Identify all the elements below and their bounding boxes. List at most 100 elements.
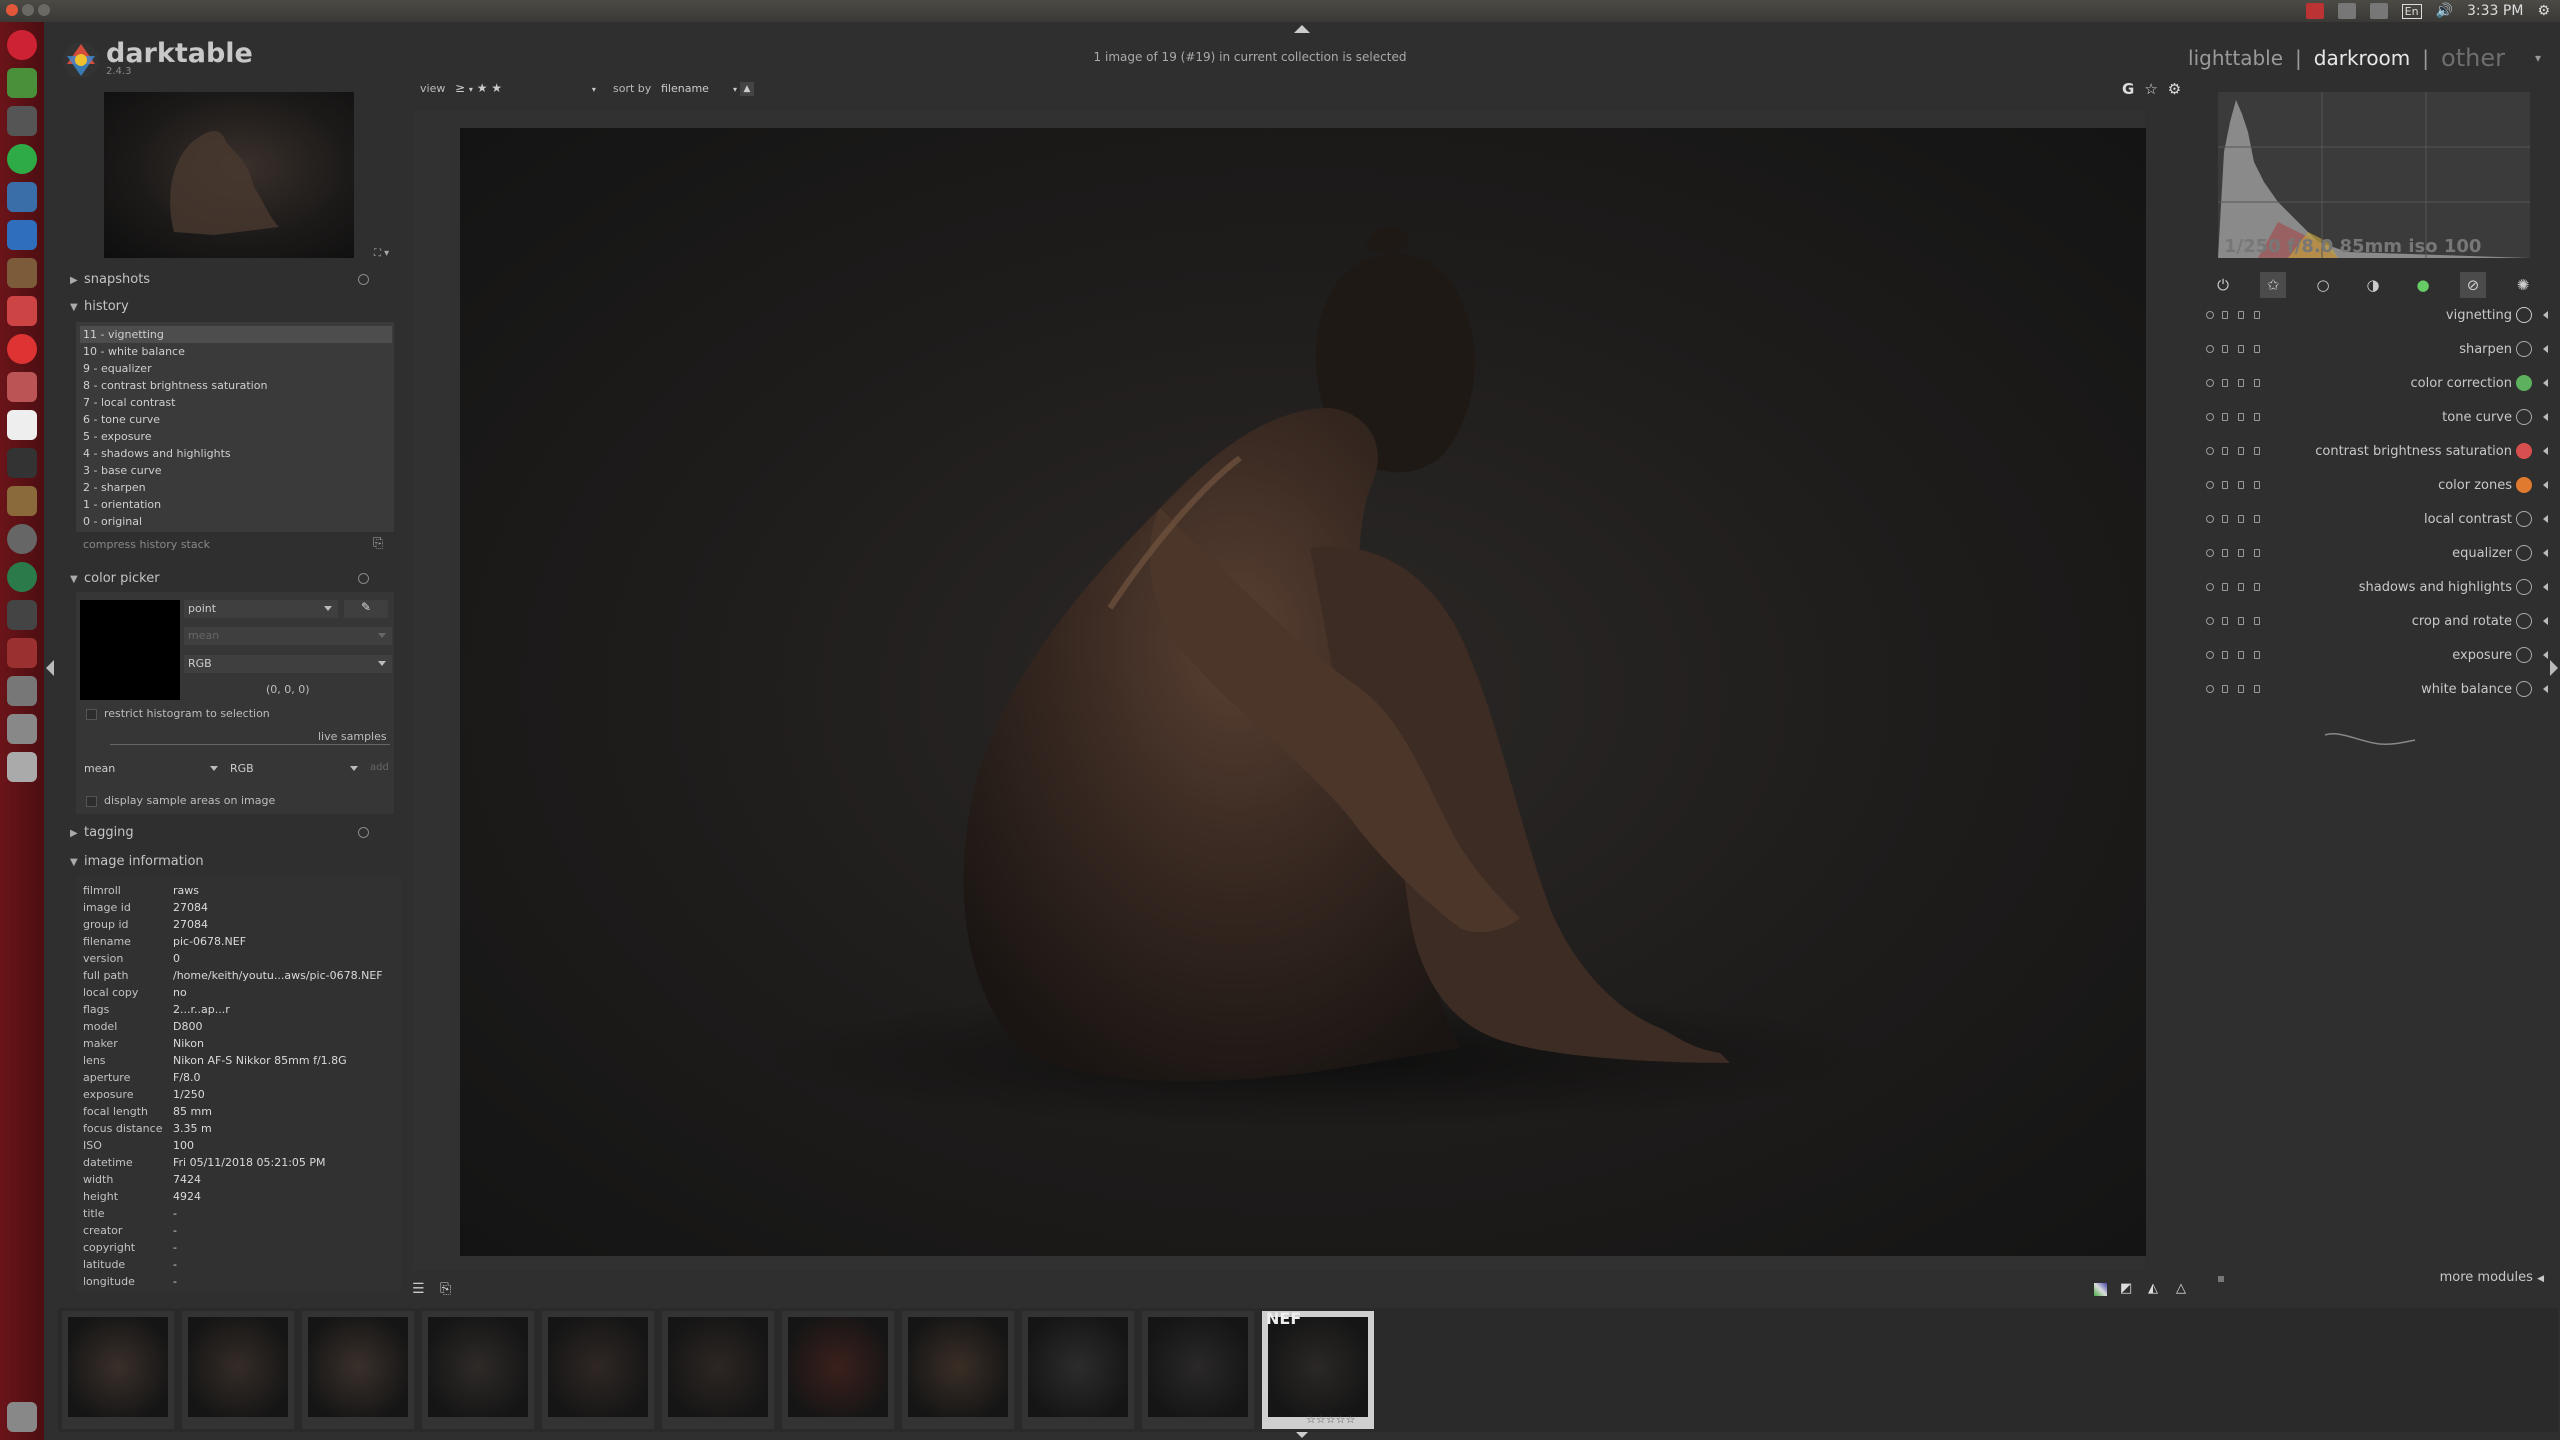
dash-icon[interactable]	[7, 30, 37, 60]
module-multi-instance-icon[interactable]	[2254, 379, 2260, 387]
filmstrip-thumbnail[interactable]	[782, 1311, 894, 1429]
module-white-balance[interactable]: white balance	[2200, 676, 2548, 706]
snapshots-presets-icon[interactable]	[358, 274, 369, 285]
create-style-icon[interactable]: ⎘	[373, 536, 383, 551]
history-item[interactable]: 6 - tone curve	[83, 413, 160, 426]
module-expand-icon[interactable]	[2543, 549, 2548, 557]
sort-direction-button[interactable]: ▲	[740, 82, 754, 96]
terminal-icon[interactable]	[7, 448, 37, 478]
main-image[interactable]	[460, 128, 2146, 1256]
sample-space-select[interactable]: RGB	[226, 760, 364, 778]
display-sample-areas-checkbox[interactable]	[86, 796, 97, 807]
add-sample-button[interactable]: add	[370, 762, 389, 773]
drive2-icon[interactable]	[7, 714, 37, 744]
restrict-histogram-checkbox[interactable]	[86, 709, 97, 720]
trash-icon[interactable]	[7, 1402, 37, 1432]
darktable-launcher-icon[interactable]	[7, 258, 37, 288]
module-enable-icon[interactable]	[2206, 481, 2214, 489]
effect-group-icon[interactable]: ✺	[2510, 272, 2536, 298]
history-item[interactable]: 5 - exposure	[83, 430, 152, 443]
module-multi-instance-icon[interactable]	[2254, 481, 2260, 489]
filmstrip-thumbnail[interactable]	[542, 1311, 654, 1429]
keyboard-layout[interactable]: En	[2401, 3, 2422, 19]
module-reset-icon[interactable]	[2238, 447, 2244, 455]
module-exposure[interactable]: exposure	[2200, 642, 2548, 672]
module-crop-and-rotate[interactable]: crop and rotate	[2200, 608, 2548, 638]
tagging-presets-icon[interactable]	[358, 827, 369, 838]
module-enable-icon[interactable]	[2206, 345, 2214, 353]
module-reset-icon[interactable]	[2238, 583, 2244, 591]
module-expand-icon[interactable]	[2543, 685, 2548, 693]
collapse-left-panel-icon[interactable]	[46, 660, 54, 676]
history-item[interactable]: 4 - shadows and highlights	[83, 447, 231, 460]
collapse-top-panel-icon[interactable]	[1294, 25, 1310, 33]
module-multi-instance-icon[interactable]	[2254, 345, 2260, 353]
usb-icon[interactable]	[7, 752, 37, 782]
module-multi-instance-icon[interactable]	[2254, 515, 2260, 523]
picker-eyedropper-icon[interactable]: ✎	[344, 600, 388, 618]
module-presets-icon[interactable]	[2222, 345, 2228, 353]
module-presets-icon[interactable]	[2222, 651, 2228, 659]
video-editor-icon[interactable]	[7, 600, 37, 630]
color-group-icon[interactable]: ●	[2410, 272, 2436, 298]
module-contrast-brightness-saturation[interactable]: contrast brightness saturation	[2200, 438, 2548, 468]
overexposed-warning-icon[interactable]: △	[2176, 1281, 2186, 1296]
module-enable-icon[interactable]	[2206, 617, 2214, 625]
module-multi-instance-icon[interactable]	[2254, 583, 2260, 591]
indicator-icon[interactable]	[2305, 3, 2324, 19]
module-expand-icon[interactable]	[2543, 481, 2548, 489]
tagging-header[interactable]: ▶ tagging	[70, 825, 134, 840]
history-item[interactable]: 9 - equalizer	[83, 362, 152, 375]
view-darkroom[interactable]: darkroom	[2314, 46, 2411, 70]
volume-icon[interactable]: 🔊	[2436, 3, 2453, 19]
module-presets-icon[interactable]	[2222, 379, 2228, 387]
module-enable-icon[interactable]	[2206, 583, 2214, 591]
module-enable-icon[interactable]	[2206, 413, 2214, 421]
module-local-contrast[interactable]: local contrast	[2200, 506, 2548, 536]
history-item[interactable]: 7 - local contrast	[83, 396, 175, 409]
history-item[interactable]: 10 - white balance	[83, 345, 185, 358]
module-reset-icon[interactable]	[2238, 481, 2244, 489]
image-information-header[interactable]: ▼ image information	[70, 854, 204, 869]
filmstrip-thumbnail[interactable]	[1022, 1311, 1134, 1429]
spotify-icon[interactable]	[7, 144, 37, 174]
module-presets-icon[interactable]	[2222, 413, 2228, 421]
filmstrip-thumbnail[interactable]	[302, 1311, 414, 1429]
chrome-icon[interactable]	[7, 68, 37, 98]
module-presets-icon[interactable]	[2222, 447, 2228, 455]
more-modules-button[interactable]: more modules ◀	[2440, 1270, 2544, 1285]
correct-group-icon[interactable]: ⊘	[2460, 272, 2486, 298]
history-item[interactable]: 2 - sharpen	[83, 481, 146, 494]
module-presets-icon[interactable]	[2222, 311, 2228, 319]
module-tone-curve[interactable]: tone curve	[2200, 404, 2548, 434]
history-item[interactable]: 11 - vignetting	[83, 328, 164, 341]
history-item[interactable]: 0 - original	[83, 515, 142, 528]
histogram[interactable]	[2218, 92, 2530, 258]
monitor-icon[interactable]	[7, 182, 37, 212]
module-multi-instance-icon[interactable]	[2254, 651, 2260, 659]
gamut-check-icon[interactable]: ◭	[2148, 1281, 2158, 1296]
module-reset-icon[interactable]	[2238, 651, 2244, 659]
module-enable-icon[interactable]	[2206, 311, 2214, 319]
sample-stat-select[interactable]: mean	[80, 760, 224, 778]
drive-icon[interactable]	[7, 676, 37, 706]
module-enable-icon[interactable]	[2206, 651, 2214, 659]
views-dropdown-icon[interactable]: ▾	[2535, 51, 2541, 65]
preferences-gear-icon[interactable]: ⚙	[2168, 80, 2181, 98]
module-expand-icon[interactable]	[2543, 583, 2548, 591]
more-modules-presets-icon[interactable]	[2218, 1276, 2224, 1282]
collapse-right-panel-icon[interactable]	[2550, 660, 2558, 676]
picker-stat-select[interactable]: mean	[184, 627, 392, 645]
maximize-window-button[interactable]	[38, 4, 50, 16]
browser-icon[interactable]	[7, 562, 37, 592]
thumbnail-stars[interactable]: ☆☆☆☆☆	[1306, 1413, 1355, 1426]
favorites-star-icon[interactable]: ✩	[2260, 272, 2286, 298]
grouping-icon[interactable]: G	[2122, 80, 2134, 98]
color-assessment-icon[interactable]	[2094, 1283, 2107, 1296]
module-reset-icon[interactable]	[2238, 379, 2244, 387]
app2-icon[interactable]	[7, 638, 37, 668]
snapshots-header[interactable]: ▶ snapshots	[70, 272, 150, 287]
basic-group-circle-icon[interactable]: ○	[2310, 272, 2336, 298]
rating-comparator[interactable]: ≥	[455, 81, 465, 95]
module-reset-icon[interactable]	[2238, 413, 2244, 421]
